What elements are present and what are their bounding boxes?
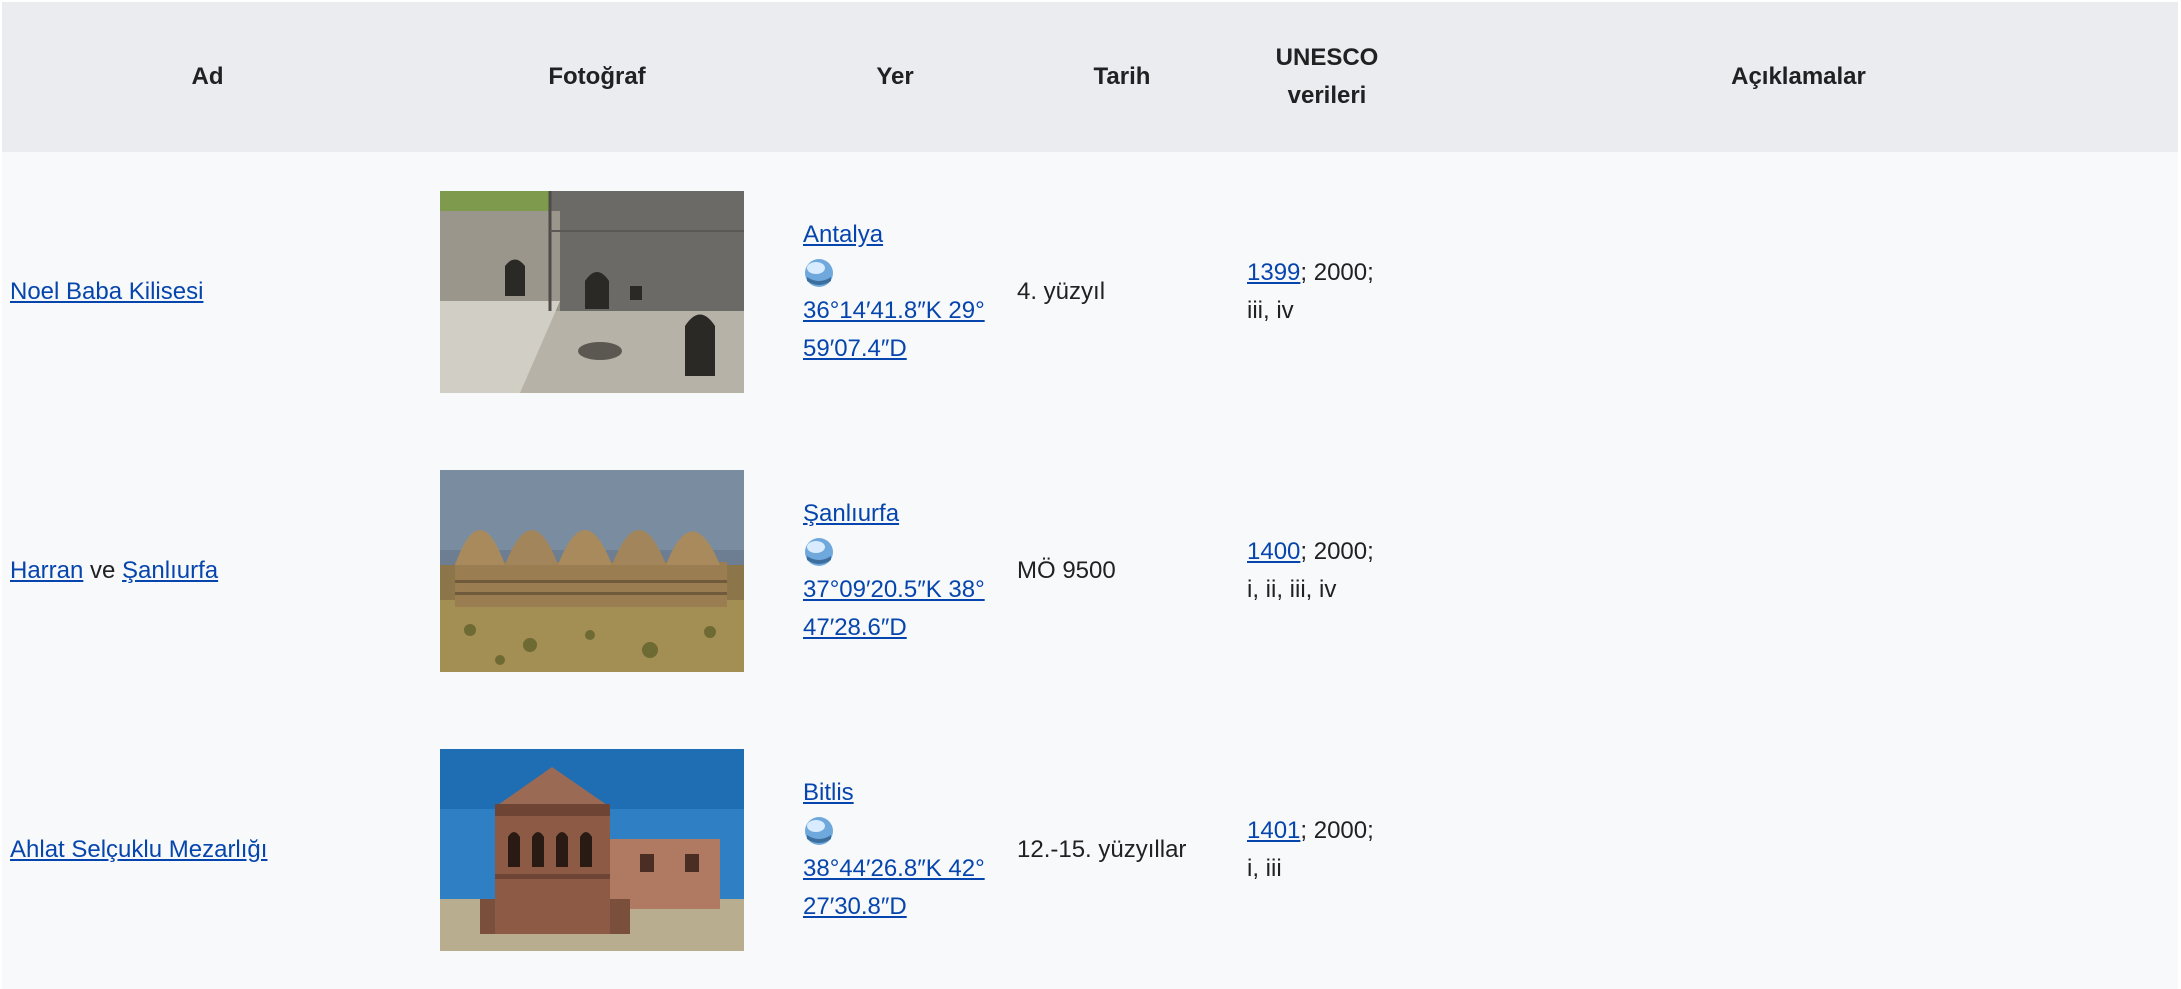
coordinates-link[interactable]: 37°09′20.5″K 38° 47′28.6″D (803, 576, 985, 641)
header-unesco-line1: UNESCO (1275, 44, 1379, 71)
site-name-link[interactable]: Harran (10, 557, 83, 584)
unesco-cell: 1399; 2000; iii, iv (1235, 152, 1419, 431)
unesco-cell: 1401; 2000; i, iii (1235, 710, 1419, 989)
globe-icon[interactable] (803, 815, 835, 847)
globe-icon[interactable] (803, 257, 835, 289)
coord-line2: 27′30.8″D (803, 892, 907, 920)
table-row: Harran ve Şanlıurfa Şanlıurfa 37°09′20.5… (2, 431, 2178, 710)
unesco-criteria: i, iii (1247, 854, 1282, 882)
unesco-year: ; 2000; (1300, 258, 1374, 286)
unesco-year: ; 2000; (1300, 816, 1374, 844)
coord-line1: 37°09′20.5″K 38° (803, 575, 985, 603)
site-name-link-2[interactable]: Şanlıurfa (122, 557, 218, 584)
name-cell: Noel Baba Kilisesi (2, 152, 413, 431)
header-unesco[interactable]: UNESCO verileri (1235, 2, 1419, 152)
date-cell: 4. yüzyıl (1009, 152, 1235, 431)
coord-line1: 38°44′26.8″K 42° (803, 854, 985, 882)
header-unesco-line2: verileri (1287, 82, 1367, 109)
description-cell (1419, 152, 2178, 431)
header-row: Ad Fotoğraf Yer Tarih UNESCO verileri Aç… (2, 2, 2178, 152)
unesco-criteria: i, ii, iii, iv (1247, 575, 1337, 603)
header-ad[interactable]: Ad (2, 2, 413, 152)
table-row: Ahlat Selçuklu Mezarlığı Bitlis 38°44′26… (2, 710, 2178, 989)
site-name-link[interactable]: Ahlat Selçuklu Mezarlığı (10, 836, 267, 863)
table-row: Noel Baba Kilisesi Antalya 36°14′41.8″K … (2, 152, 2178, 431)
unesco-year: ; 2000; (1300, 537, 1374, 565)
church-photo[interactable] (440, 190, 744, 393)
coordinates-link[interactable]: 38°44′26.8″K 42° 27′30.8″D (803, 855, 985, 920)
photo-cell (413, 431, 781, 710)
header-tarih[interactable]: Tarih (1009, 2, 1235, 152)
name-cell: Ahlat Selçuklu Mezarlığı (2, 710, 413, 989)
name-cell: Harran ve Şanlıurfa (2, 431, 413, 710)
location-cell: Bitlis 38°44′26.8″K 42° 27′30.8″D (781, 710, 1009, 989)
unesco-id-link[interactable]: 1401 (1247, 817, 1300, 844)
coord-line2: 47′28.6″D (803, 613, 907, 641)
unesco-id-link[interactable]: 1399 (1247, 259, 1300, 286)
coordinates-link[interactable]: 36°14′41.8″K 29° 59′07.4″D (803, 297, 985, 362)
name-conjunction: ve (83, 556, 123, 584)
globe-icon[interactable] (803, 536, 835, 568)
site-name-link[interactable]: Noel Baba Kilisesi (10, 278, 203, 305)
location-cell: Antalya 36°14′41.8″K 29° 59′07.4″D (781, 152, 1009, 431)
coord-line1: 36°14′41.8″K 29° (803, 296, 985, 324)
header-yer[interactable]: Yer (781, 2, 1009, 152)
location-link[interactable]: Şanlıurfa (803, 500, 899, 527)
date-cell: MÖ 9500 (1009, 431, 1235, 710)
location-cell: Şanlıurfa 37°09′20.5″K 38° 47′28.6″D (781, 431, 1009, 710)
tomb-photo[interactable] (440, 748, 744, 951)
date-cell: 12.-15. yüzyıllar (1009, 710, 1235, 989)
header-fotograf[interactable]: Fotoğraf (413, 2, 781, 152)
description-cell (1419, 431, 2178, 710)
unesco-criteria: iii, iv (1247, 296, 1294, 324)
photo-cell (413, 710, 781, 989)
description-cell (1419, 710, 2178, 989)
photo-cell (413, 152, 781, 431)
unesco-id-link[interactable]: 1400 (1247, 538, 1300, 565)
coord-line2: 59′07.4″D (803, 334, 907, 362)
location-link[interactable]: Antalya (803, 221, 883, 248)
unesco-cell: 1400; 2000; i, ii, iii, iv (1235, 431, 1419, 710)
heritage-table: Ad Fotoğraf Yer Tarih UNESCO verileri Aç… (2, 2, 2178, 989)
header-aciklamalar[interactable]: Açıklamalar (1419, 2, 2178, 152)
beehive-houses-photo[interactable] (440, 469, 744, 672)
location-link[interactable]: Bitlis (803, 779, 854, 806)
